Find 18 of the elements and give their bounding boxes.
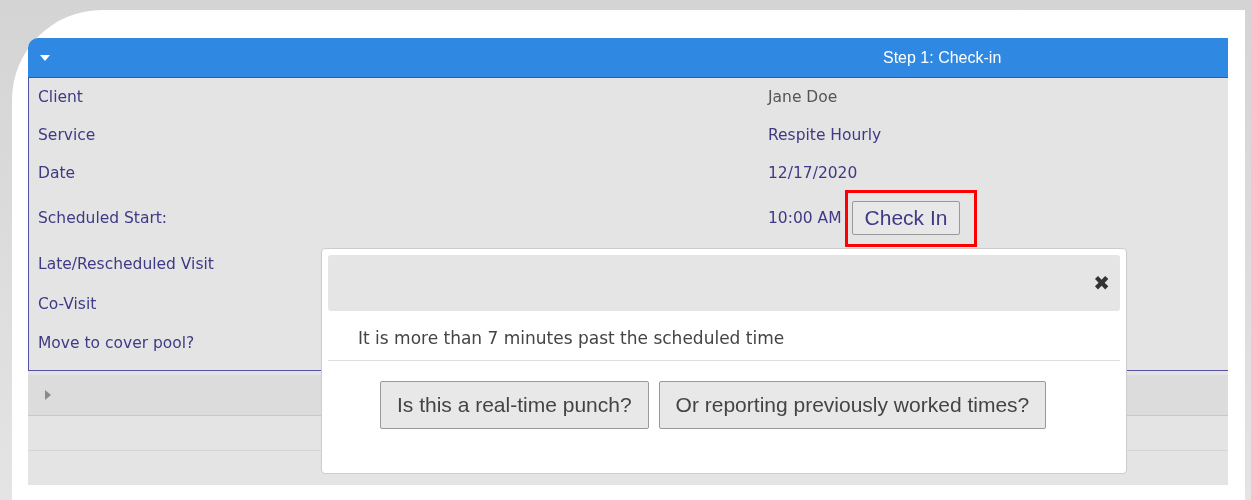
- close-button[interactable]: ✖: [1093, 271, 1110, 295]
- dialog-button[interactable]: Is this a real-time punch?: [380, 381, 649, 429]
- field-value: 10:00 AM: [768, 209, 842, 227]
- dialog-message: It is more than 7 minutes past the scheduled time: [328, 311, 1120, 361]
- check-in-button[interactable]: Check In: [851, 201, 961, 235]
- field-label: Late/Rescheduled Visit: [38, 255, 214, 273]
- panel-header[interactable]: Step 1: Check-in: [28, 38, 1228, 78]
- field-label: Co-Visit: [38, 295, 97, 313]
- field-label: Scheduled Start:: [38, 209, 168, 227]
- field-value: 12/17/2020: [768, 164, 858, 182]
- field-label: Client: [38, 88, 83, 106]
- field-value: Respite Hourly: [768, 126, 882, 144]
- field-label: Move to cover pool?: [38, 334, 195, 352]
- field-value: Jane Doe: [768, 88, 838, 106]
- panel-title: Step 1: Check-in: [883, 49, 1002, 67]
- dialog-button[interactable]: Or reporting previously worked times?: [658, 381, 1047, 429]
- field-label: Service: [38, 126, 96, 144]
- field-label: Date: [38, 164, 76, 182]
